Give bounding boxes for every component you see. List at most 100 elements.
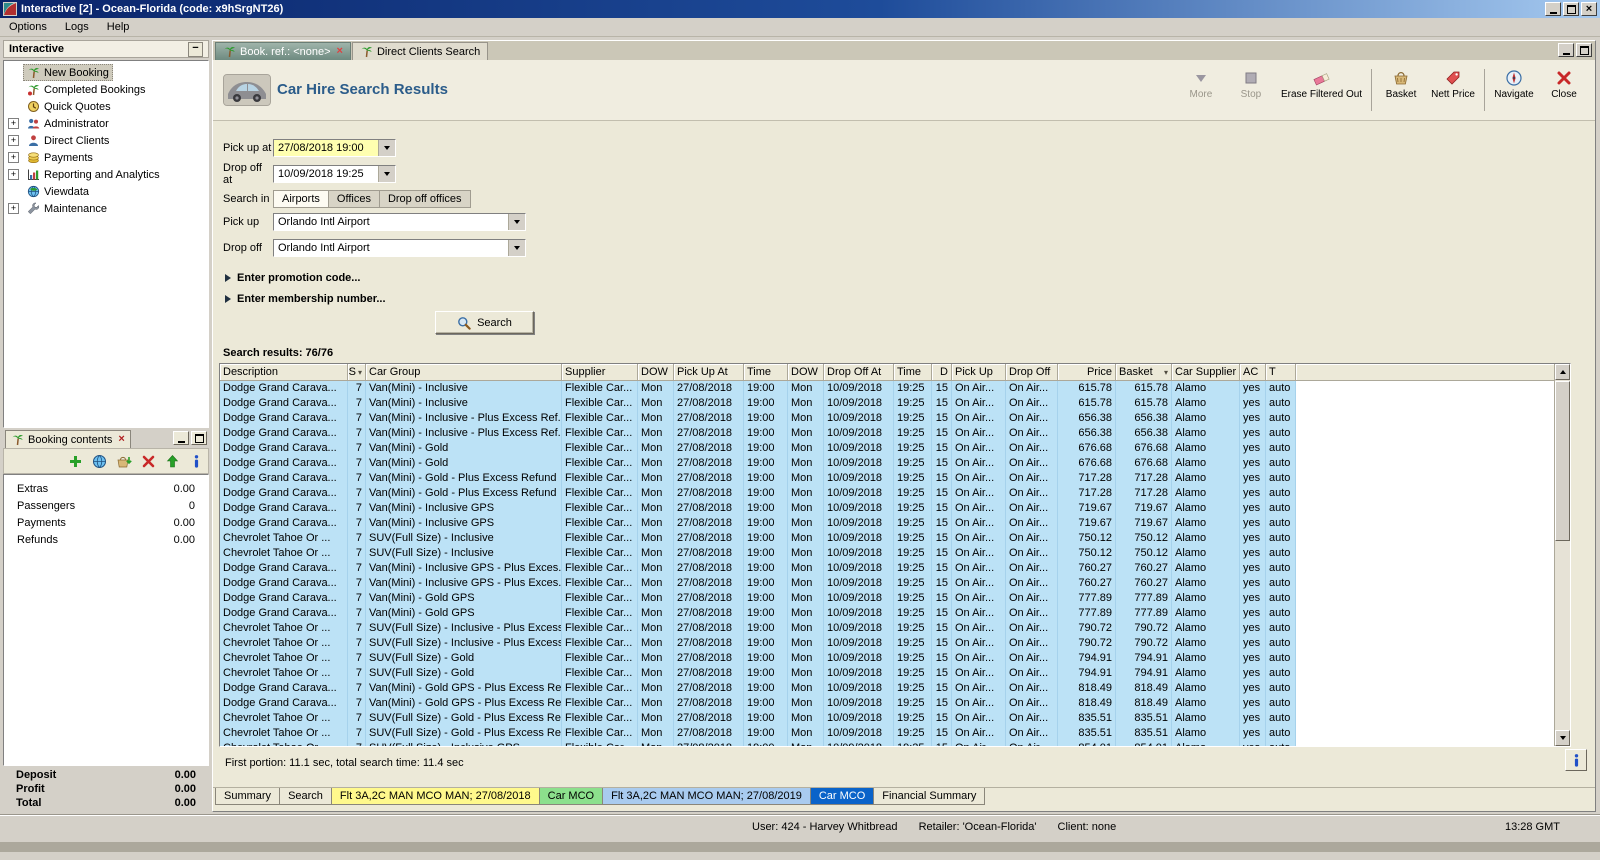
column-header-ac[interactable]: AC bbox=[1240, 364, 1266, 381]
bottom-tab-car-mco[interactable]: Car MCO bbox=[810, 788, 874, 805]
column-header-dow_drop[interactable]: DOW bbox=[788, 364, 824, 381]
column-header-pick_time[interactable]: Time bbox=[744, 364, 788, 381]
column-header-drop_date[interactable]: Drop Off At bbox=[824, 364, 894, 381]
result-row[interactable]: Dodge Grand Carava...7Van(Mini) - GoldFl… bbox=[220, 441, 1296, 456]
result-row[interactable]: Dodge Grand Carava...7Van(Mini) - GoldFl… bbox=[220, 456, 1296, 471]
dropdown-button[interactable] bbox=[378, 166, 395, 182]
nett-price-button[interactable]: Nett Price bbox=[1426, 67, 1480, 102]
maximize-button[interactable] bbox=[1576, 43, 1592, 57]
dropoff-location-select[interactable]: Orlando Intl Airport bbox=[273, 239, 526, 257]
add-button[interactable] bbox=[68, 454, 83, 469]
bottom-tab-financial-summary[interactable]: Financial Summary bbox=[873, 788, 985, 805]
menu-help[interactable]: Help bbox=[98, 19, 139, 35]
erase-filtered-out-button[interactable]: Erase Filtered Out bbox=[1276, 67, 1367, 102]
basket-add-button[interactable] bbox=[116, 454, 132, 469]
result-row[interactable]: Dodge Grand Carava...7Van(Mini) - Gold G… bbox=[220, 591, 1296, 606]
close-icon[interactable]: × bbox=[118, 434, 124, 445]
close-button[interactable]: × bbox=[1581, 2, 1597, 16]
result-row[interactable]: Chevrolet Tahoe Or ...7SUV(Full Size) - … bbox=[220, 531, 1296, 546]
scrollbar-thumb[interactable] bbox=[1555, 381, 1570, 541]
column-header-days[interactable]: D bbox=[932, 364, 952, 381]
result-row[interactable]: Chevrolet Tahoe Or ...7SUV(Full Size) - … bbox=[220, 621, 1296, 636]
column-header-car_group[interactable]: Car Group bbox=[366, 364, 562, 381]
result-row[interactable]: Dodge Grand Carava...7Van(Mini) - Inclus… bbox=[220, 501, 1296, 516]
booking-contents-row[interactable]: Refunds0.00 bbox=[4, 531, 208, 548]
pickup-location-value[interactable]: Orlando Intl Airport bbox=[274, 214, 508, 230]
result-row[interactable]: Chevrolet Tahoe Or ...7SUV(Full Size) - … bbox=[220, 546, 1296, 561]
result-row[interactable]: Dodge Grand Carava...7Van(Mini) - Gold G… bbox=[220, 606, 1296, 621]
dropdown-button[interactable] bbox=[508, 240, 525, 256]
expand-plus-icon[interactable]: + bbox=[8, 135, 19, 146]
minimize-button[interactable] bbox=[1545, 2, 1561, 16]
scroll-up-button[interactable] bbox=[1555, 364, 1570, 380]
sidebar-item-quick-quotes[interactable]: Quick Quotes bbox=[4, 98, 208, 115]
maximize-button[interactable] bbox=[191, 431, 207, 445]
booking-contents-row[interactable]: Passengers0 bbox=[4, 497, 208, 514]
column-header-drop_loc[interactable]: Drop Off bbox=[1006, 364, 1058, 381]
basket-button[interactable]: Basket bbox=[1376, 67, 1426, 102]
column-header-description[interactable]: Description bbox=[220, 364, 348, 381]
result-row[interactable]: Dodge Grand Carava...7Van(Mini) - Inclus… bbox=[220, 576, 1296, 591]
bottom-tab-flt-3a-2c-man-mco-man-27-08-2018[interactable]: Flt 3A,2C MAN MCO MAN; 27/08/2018 bbox=[331, 788, 540, 805]
expand-plus-icon[interactable]: + bbox=[8, 152, 19, 163]
search-in-tab-airports[interactable]: Airports bbox=[273, 190, 329, 208]
membership-number-expander[interactable]: Enter membership number... bbox=[225, 292, 386, 306]
sidebar-item-new-booking[interactable]: New Booking bbox=[4, 64, 208, 81]
menu-options[interactable]: Options bbox=[0, 19, 56, 35]
promotion-code-expander[interactable]: Enter promotion code... bbox=[225, 271, 360, 285]
bottom-tab-flt-3a-2c-man-mco-man-27-08-2019[interactable]: Flt 3A,2C MAN MCO MAN; 27/08/2019 bbox=[602, 788, 811, 805]
navigate-button[interactable]: Navigate bbox=[1489, 67, 1539, 102]
column-header-seats[interactable]: S▾ bbox=[348, 364, 366, 381]
sidebar-item-viewdata[interactable]: Viewdata bbox=[4, 183, 208, 200]
dropdown-button[interactable] bbox=[378, 140, 395, 156]
scroll-down-button[interactable] bbox=[1555, 730, 1570, 746]
column-header-basket[interactable]: Basket▾ bbox=[1116, 364, 1172, 381]
search-in-tab-offices[interactable]: Offices bbox=[328, 190, 380, 208]
promote-button[interactable] bbox=[165, 454, 180, 469]
close-button[interactable]: Close bbox=[1539, 67, 1589, 102]
result-row[interactable]: Chevrolet Tahoe Or ...7SUV(Full Size) - … bbox=[220, 711, 1296, 726]
bottom-tab-summary[interactable]: Summary bbox=[215, 788, 280, 805]
sidebar-item-reporting-and-analytics[interactable]: +Reporting and Analytics bbox=[4, 166, 208, 183]
sidebar-item-direct-clients[interactable]: +Direct Clients bbox=[4, 132, 208, 149]
dropoff-at-combo[interactable]: 10/09/2018 19:25 bbox=[273, 165, 396, 183]
document-tab-book-ref-none[interactable]: Book. ref.: <none>× bbox=[215, 42, 351, 60]
info-button[interactable] bbox=[1565, 749, 1587, 771]
result-row[interactable]: Dodge Grand Carava...7Van(Mini) - Gold -… bbox=[220, 486, 1296, 501]
result-row[interactable]: Dodge Grand Carava...7Van(Mini) - Inclus… bbox=[220, 426, 1296, 441]
sidebar-item-completed-bookings[interactable]: Completed Bookings bbox=[4, 81, 208, 98]
expand-plus-icon[interactable]: + bbox=[8, 203, 19, 214]
column-header-price[interactable]: Price bbox=[1058, 364, 1116, 381]
collapse-panel-button[interactable]: − bbox=[188, 42, 203, 57]
sidebar-item-payments[interactable]: +Payments bbox=[4, 149, 208, 166]
dropdown-button[interactable] bbox=[508, 214, 525, 230]
expand-plus-icon[interactable]: + bbox=[8, 169, 19, 180]
search-button[interactable]: Search bbox=[435, 311, 534, 334]
menu-logs[interactable]: Logs bbox=[56, 19, 98, 35]
result-row[interactable]: Chevrolet Tahoe Or ...7SUV(Full Size) - … bbox=[220, 666, 1296, 681]
result-row[interactable]: Dodge Grand Carava...7Van(Mini) - Inclus… bbox=[220, 516, 1296, 531]
world-button[interactable] bbox=[92, 454, 107, 469]
result-row[interactable]: Dodge Grand Carava...7Van(Mini) - Gold G… bbox=[220, 681, 1296, 696]
result-row[interactable]: Chevrolet Tahoe Or ...7SUV(Full Size) - … bbox=[220, 636, 1296, 651]
pickup-at-value[interactable]: 27/08/2018 19:00 bbox=[274, 140, 378, 156]
result-row[interactable]: Chevrolet Tahoe Or ...7SUV(Full Size) - … bbox=[220, 651, 1296, 666]
result-row[interactable]: Dodge Grand Carava...7Van(Mini) - Inclus… bbox=[220, 381, 1296, 396]
column-header-dow_pick[interactable]: DOW bbox=[638, 364, 674, 381]
dropoff-at-value[interactable]: 10/09/2018 19:25 bbox=[274, 166, 378, 182]
booking-contents-tab[interactable]: Booking contents × bbox=[5, 430, 131, 448]
document-tab-direct-clients-search[interactable]: Direct Clients Search bbox=[352, 42, 488, 60]
result-row[interactable]: Chevrolet Tahoe Or ...7SUV(Full Size) - … bbox=[220, 741, 1296, 747]
result-row[interactable]: Dodge Grand Carava...7Van(Mini) - Inclus… bbox=[220, 396, 1296, 411]
column-header-car_supplier[interactable]: Car Supplier bbox=[1172, 364, 1240, 381]
column-header-pick_loc[interactable]: Pick Up bbox=[952, 364, 1006, 381]
pickup-at-combo[interactable]: 27/08/2018 19:00 bbox=[273, 139, 396, 157]
result-row[interactable]: Dodge Grand Carava...7Van(Mini) - Gold -… bbox=[220, 471, 1296, 486]
pickup-location-select[interactable]: Orlando Intl Airport bbox=[273, 213, 526, 231]
minimize-button[interactable] bbox=[173, 431, 189, 445]
column-header-drop_time[interactable]: Time bbox=[894, 364, 932, 381]
result-row[interactable]: Dodge Grand Carava...7Van(Mini) - Inclus… bbox=[220, 411, 1296, 426]
result-row[interactable]: Dodge Grand Carava...7Van(Mini) - Gold G… bbox=[220, 696, 1296, 711]
column-header-supplier[interactable]: Supplier bbox=[562, 364, 638, 381]
bottom-tab-car-mco[interactable]: Car MCO bbox=[539, 788, 603, 805]
